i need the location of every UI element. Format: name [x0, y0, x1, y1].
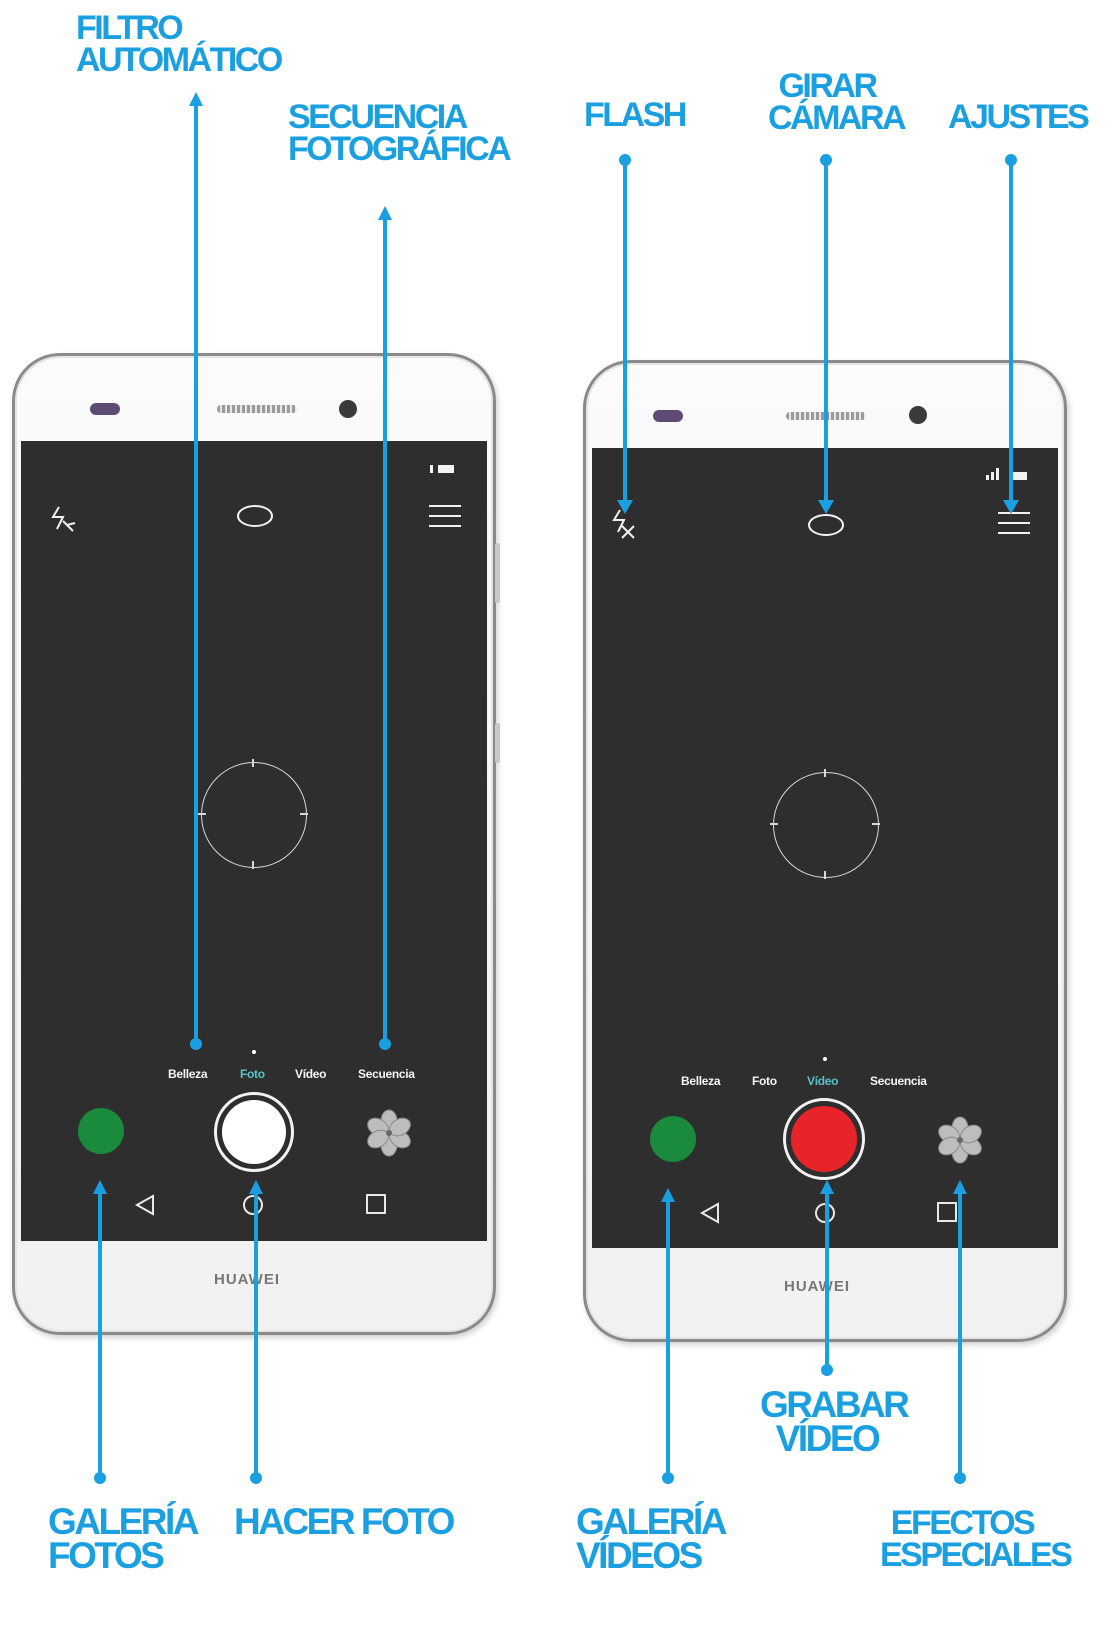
callout-efectos-especiales: EFECTOS ESPECIALES — [880, 1504, 1073, 1574]
callout-lines — [93, 92, 1019, 1484]
callout-ajustes: AJUSTES — [948, 98, 1090, 136]
callout-galeria-videos: GALERÍA VÍDEOS — [576, 1501, 728, 1576]
callout-secuencia-fotografica: SECUENCIA FOTOGRÁFICA — [288, 98, 512, 168]
callout-hacer-foto: HACER FOTO — [234, 1501, 455, 1542]
callout-grabar-video: GRABAR VÍDEO — [760, 1384, 910, 1459]
callout-girar-camara: GIRAR CÁMARA — [768, 67, 907, 137]
callout-galeria-fotos: GALERÍA FOTOS — [48, 1501, 200, 1576]
callout-flash: FLASH — [584, 96, 687, 134]
callout-filtro-automatico: FILTRO AUTOMÁTICO — [76, 9, 283, 79]
